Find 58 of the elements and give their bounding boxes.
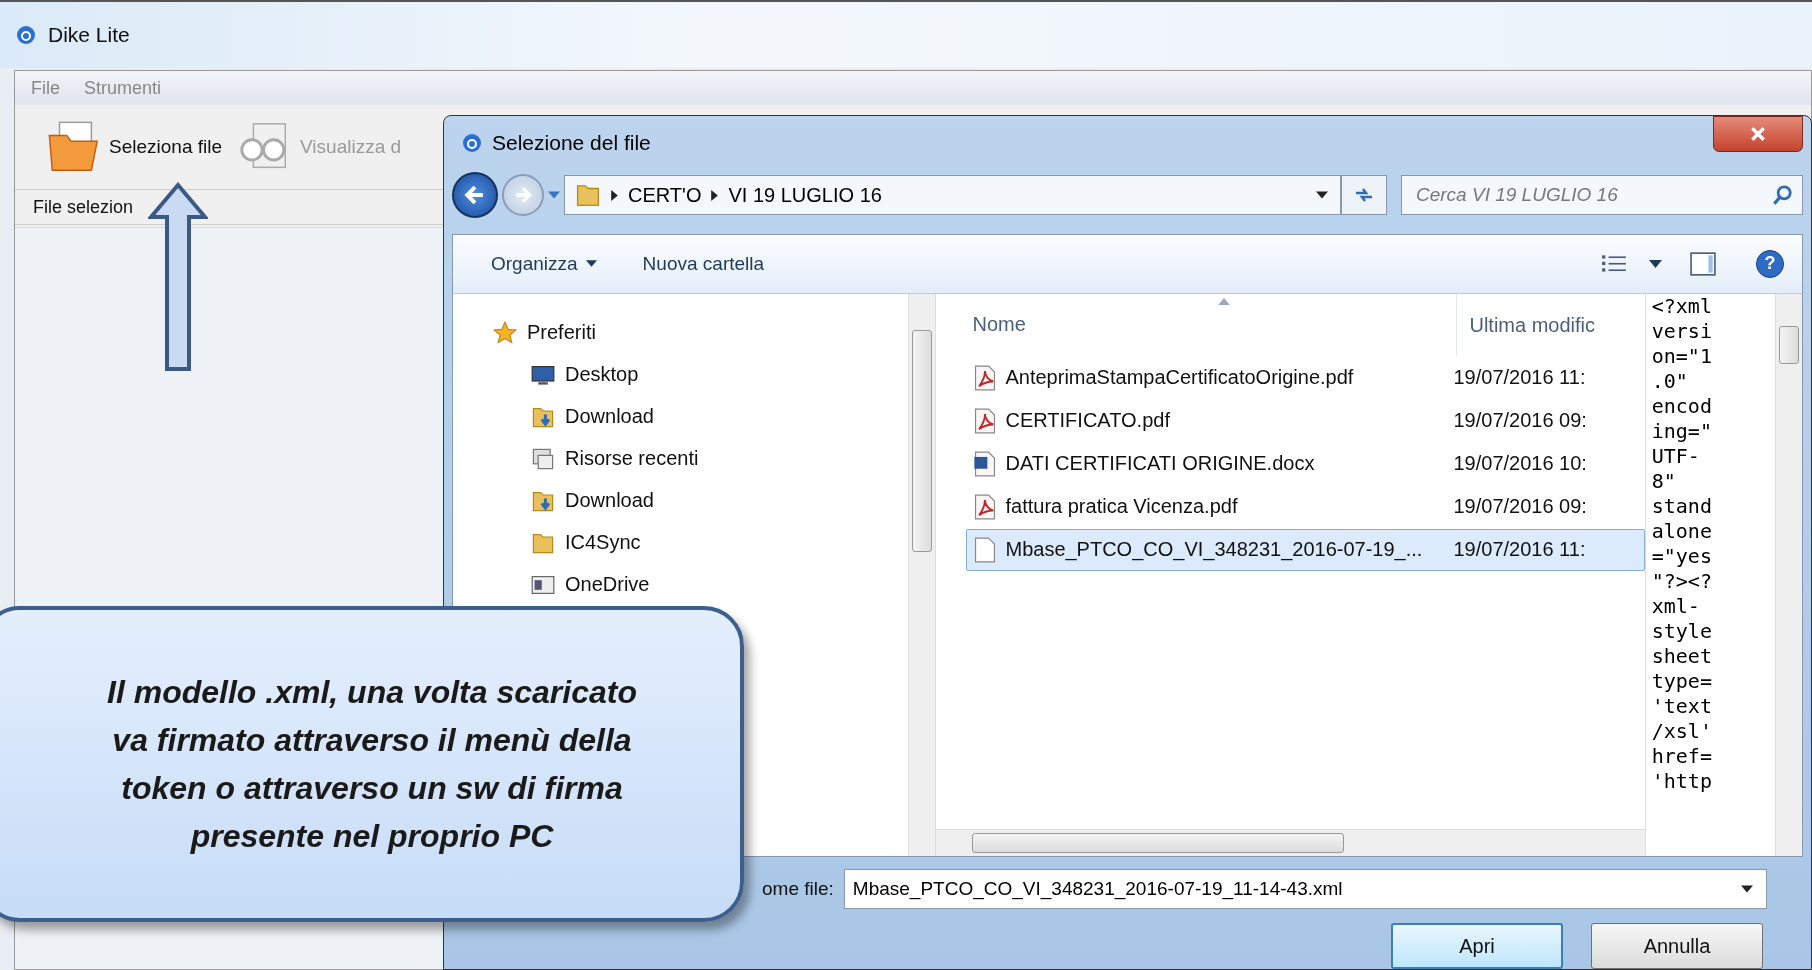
caret-icon (585, 260, 597, 268)
dropdown-caret-icon[interactable] (1316, 191, 1328, 200)
scrollbar[interactable] (908, 293, 936, 856)
recent-places-icon (531, 446, 555, 471)
back-button[interactable] (452, 172, 498, 219)
search-field[interactable]: Cerca VI 19 LUGLIO 16 (1401, 175, 1803, 216)
organize-menu-button[interactable]: Organizza (491, 252, 597, 275)
close-icon (1750, 126, 1766, 142)
address-bar[interactable]: CERT'O VI 19 LUGLIO 16 (564, 175, 1341, 216)
file-name-field[interactable]: Mbase_PTCO_CO_VI_348231_2016-07-19_11-14-43.xml (843, 869, 1767, 909)
field-label: ome file: (762, 878, 834, 900)
dropdown-caret-icon[interactable] (1741, 885, 1753, 893)
help-button[interactable]: ? (1756, 249, 1784, 278)
folder-icon (575, 182, 601, 209)
panel-label: File selezion (33, 196, 134, 218)
horizontal-scrollbar[interactable] (936, 829, 1645, 856)
preview-pane-icon[interactable] (1690, 251, 1716, 276)
dialog-logo-icon (462, 133, 482, 154)
window-title: Dike Lite (48, 23, 130, 47)
sort-arrow-icon (1218, 297, 1231, 305)
scrollbar[interactable] (1775, 293, 1802, 856)
nav-item[interactable]: OneDrive (453, 563, 909, 606)
up-arrow-icon (148, 182, 208, 372)
pdf-file-icon (973, 407, 998, 434)
cancel-button[interactable]: Annulla (1591, 923, 1763, 969)
nav-item[interactable]: IC4Sync (453, 521, 909, 564)
pdf-file-icon (973, 364, 998, 391)
breadcrumb-item[interactable]: VI 19 LUGLIO 16 (728, 183, 882, 207)
column-header[interactable]: Nome (936, 313, 1457, 337)
history-caret-icon[interactable] (548, 191, 560, 200)
column-header[interactable]: Ultima modific (1456, 293, 1645, 356)
callout-text: Il modello .xml, una volta scaricato va firmato attraverso il menù della token o attraverso un sw di firma presente nel proprio PC (106, 673, 637, 856)
chevron-icon[interactable] (711, 189, 719, 201)
chevron-icon[interactable] (611, 189, 618, 201)
file-row[interactable]: Mbase_PTCO_CO_VI_348231_2016-07-19_... 19/07/2016 11: (966, 528, 1645, 571)
toolbar-button[interactable]: Seleziona file (45, 118, 223, 176)
new-folder-button[interactable]: Nuova cartella (642, 252, 765, 275)
close-button[interactable] (1713, 116, 1803, 152)
nav-item[interactable]: Preferiti (453, 311, 909, 354)
nav-item[interactable]: Risorse recenti (453, 437, 909, 480)
nav-item[interactable]: Download (453, 395, 909, 438)
breadcrumb-item[interactable]: CERT'O (628, 183, 702, 207)
refresh-button[interactable] (1341, 175, 1387, 216)
nav-item[interactable]: Download (453, 479, 909, 522)
file-row[interactable]: fattura pratica Vicenza.pdf 19/07/2016 09: (966, 485, 1645, 528)
pdf-file-icon (973, 493, 998, 520)
star-icon (493, 320, 517, 345)
app-logo-icon (16, 25, 36, 45)
file-row[interactable]: AnteprimaStampaCertificatoOrigine.pdf 19/07/2016 11: (966, 356, 1645, 399)
nav-item[interactable]: Desktop (453, 353, 909, 396)
caret-icon[interactable] (1649, 259, 1662, 268)
file-row[interactable]: DATI CERTIFICATI ORIGINE.docx 19/07/2016 10: (966, 442, 1645, 485)
dialog-title: Selezione del file (492, 131, 651, 156)
search-icon[interactable] (1771, 184, 1793, 207)
word-document-icon (973, 450, 998, 477)
open-button[interactable]: Apri (1391, 923, 1563, 969)
file-row[interactable]: CERTIFICATO.pdf 19/07/2016 09: (966, 399, 1645, 442)
file-icon (973, 536, 998, 563)
